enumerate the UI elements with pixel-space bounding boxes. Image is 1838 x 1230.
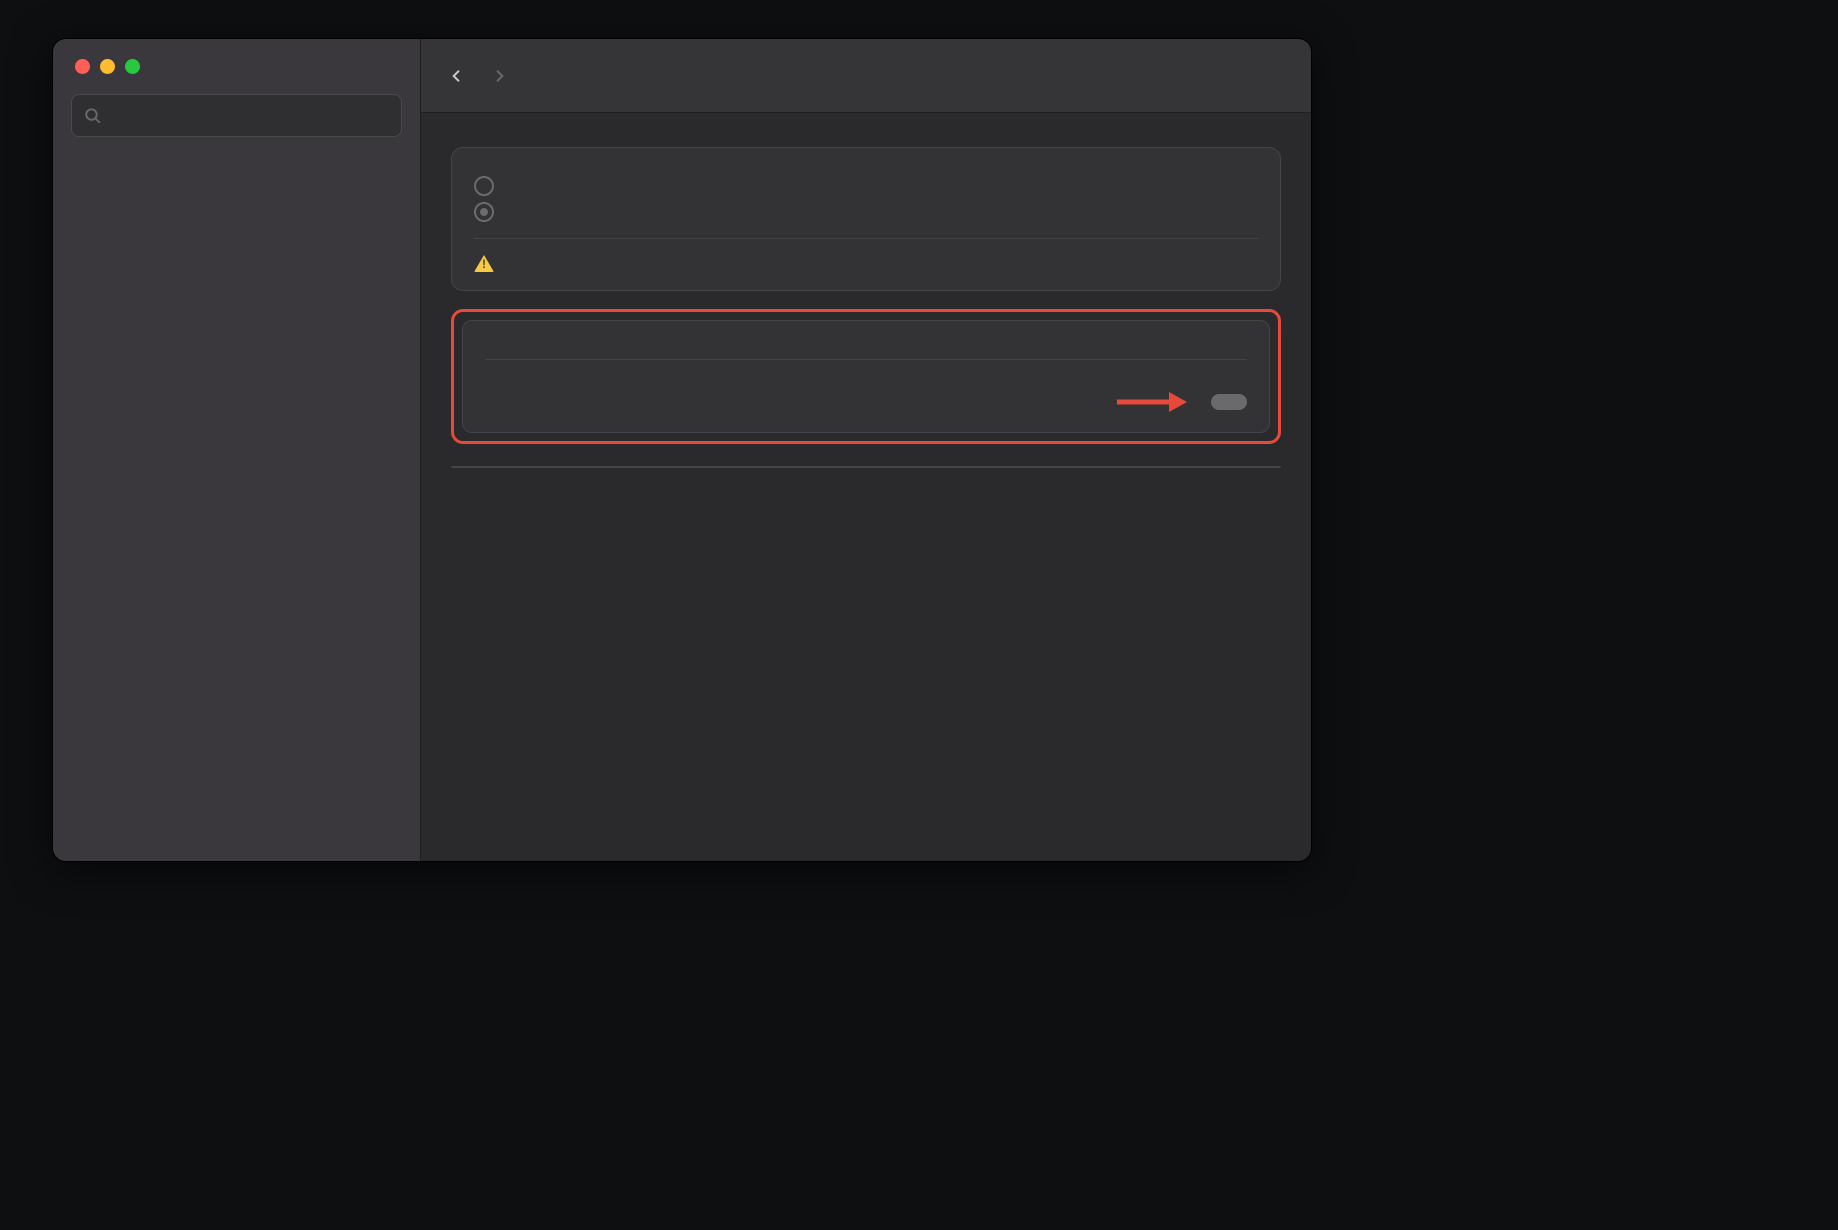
- annotation-arrow-icon: [1115, 390, 1187, 414]
- warning-icon: [474, 255, 494, 272]
- minimize-window-button[interactable]: [100, 59, 115, 74]
- close-window-button[interactable]: [75, 59, 90, 74]
- settings-window: [52, 38, 1312, 862]
- profile-configured-note: [474, 255, 1258, 272]
- main-content: [421, 113, 1311, 861]
- radio-identified-developers[interactable]: [474, 202, 1258, 222]
- sidebar-nav: [53, 147, 420, 861]
- main-pane: [421, 39, 1311, 861]
- search-input[interactable]: [110, 103, 389, 128]
- divider: [485, 359, 1247, 360]
- divider: [474, 238, 1258, 239]
- allow-apps-card: [451, 147, 1281, 291]
- window-traffic-lights: [53, 39, 420, 90]
- search-icon: [84, 107, 102, 125]
- forward-button[interactable]: [489, 66, 509, 86]
- blocked-app-card: [462, 320, 1270, 433]
- radio-icon: [474, 176, 494, 196]
- radio-icon: [474, 202, 494, 222]
- open-anyway-button[interactable]: [1211, 394, 1247, 410]
- sidebar: [53, 39, 421, 861]
- annotation-highlight-box: [451, 309, 1281, 444]
- security-rows: [451, 466, 1281, 468]
- back-button[interactable]: [447, 66, 467, 86]
- sidebar-search[interactable]: [71, 94, 402, 137]
- main-header: [421, 39, 1311, 113]
- radio-app-store[interactable]: [474, 176, 1258, 196]
- zoom-window-button[interactable]: [125, 59, 140, 74]
